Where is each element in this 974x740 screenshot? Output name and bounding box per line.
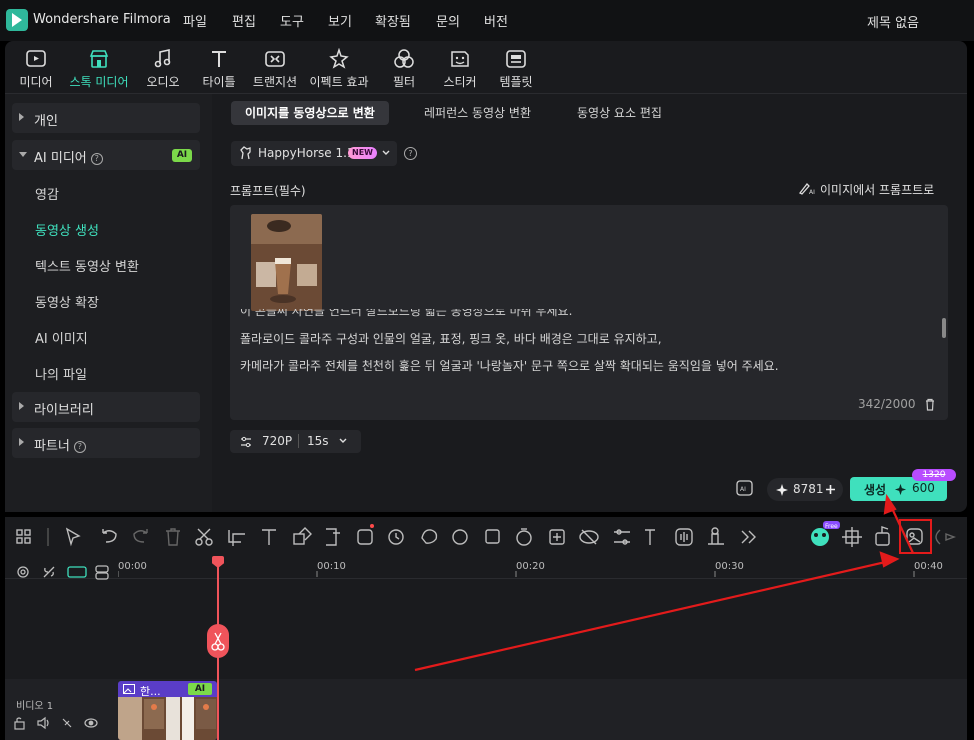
resolution-value: 720P [262, 434, 293, 448]
caret-right-icon [19, 402, 24, 410]
menu-version[interactable]: 버전 [484, 11, 508, 30]
title-t-icon [212, 51, 226, 67]
toolbar-media[interactable]: 미디어 [6, 48, 66, 90]
duration-value: 15s [307, 434, 329, 448]
sidebar-item-video-generation[interactable]: 동영상 생성 [35, 220, 99, 239]
image-to-prompt-link[interactable]: 이미지에서 프롬프트로 [820, 181, 934, 198]
sidebar-item-my-files[interactable]: 나의 파일 [35, 364, 87, 383]
toolbar-stock-media[interactable]: 스톡 미디어 [69, 48, 129, 90]
media-icon [26, 50, 46, 67]
sidebar-item-text-to-video[interactable]: 텍스트 동영상 변환 [35, 256, 139, 275]
original-price-badge: 1320 [912, 469, 956, 481]
reference-image-thumbnail[interactable] [251, 214, 322, 311]
image-icon [123, 684, 135, 694]
generate-cost: 600 [912, 481, 935, 495]
menu-help[interactable]: 문의 [436, 11, 460, 30]
prompt-text-line: 폴라로이드 콜라주 구성과 인물의 얼굴, 표정, 핑크 옷, 바다 배경은 그… [240, 332, 662, 346]
caret-right-icon [19, 438, 24, 446]
trash-icon[interactable] [924, 398, 936, 411]
menu-edit[interactable]: 편집 [232, 11, 256, 30]
sidebar-item-ai-image[interactable]: AI 이미지 [35, 328, 88, 347]
model-name: HappyHorse 1.1 [258, 146, 355, 160]
ai-image-icon[interactable]: AI [736, 480, 756, 498]
toolbar-filters[interactable]: 필터 [374, 48, 434, 90]
toolbar-titles[interactable]: 타이틀 [189, 48, 249, 90]
menu-extensions[interactable]: 확장됨 [375, 11, 411, 30]
divider [298, 434, 299, 448]
svg-text:AI: AI [740, 486, 746, 493]
menu-file[interactable]: 파일 [183, 11, 207, 30]
effects-icon [329, 48, 349, 69]
toolbar-templates[interactable]: 템플릿 [486, 48, 546, 90]
sparkle-icon [894, 483, 907, 496]
plus-icon [826, 485, 835, 494]
split-scissor-button[interactable] [207, 624, 229, 658]
clip-name: 한... [140, 685, 161, 698]
sparkle-icon [776, 484, 788, 496]
sidebar-item-inspiration[interactable]: 영감 [35, 184, 59, 203]
sidebar-group-personal[interactable]: 개인 [12, 103, 200, 133]
track-controls [17, 565, 109, 580]
generate-label: 생성 [864, 483, 887, 497]
tab-reference-video[interactable]: 레퍼런스 동영상 변환 [410, 101, 545, 125]
clip-ai-badge: AI [188, 683, 212, 695]
sidebar-group-library[interactable]: 라이브러리 [12, 392, 200, 422]
menu-tools[interactable]: 도구 [280, 11, 304, 30]
settings-sliders-icon [241, 436, 251, 448]
track-icons [14, 716, 98, 730]
new-badge: NEW [348, 147, 377, 159]
horse-icon [240, 146, 251, 160]
credits-count: 8781 [793, 482, 824, 496]
prompt-label: 프롬프트(필수) [230, 184, 306, 198]
music-note-icon [154, 49, 171, 68]
ai-image-to-video-button[interactable] [903, 525, 928, 549]
app-name: Wondershare Filmora [33, 12, 171, 27]
toolbar-audio[interactable]: 오디오 [133, 48, 193, 90]
svg-text:AI: AI [809, 189, 815, 195]
track-label: 비디오 1 [16, 701, 54, 712]
menu-view[interactable]: 보기 [328, 11, 352, 30]
ai-pen-icon: AI [799, 183, 815, 195]
filter-icon [394, 49, 414, 68]
tab-image-to-video[interactable]: 이미지를 동영상으로 변환 [231, 101, 389, 125]
char-count: 342/2000 [858, 397, 916, 411]
prompt-text-line: 카메라가 콜라주 전체를 천천히 훑은 뒤 얼굴과 '나랑놀자' 문구 쪽으로 … [240, 359, 779, 373]
stock-media-icon [89, 50, 109, 68]
help-icon: ? [90, 153, 103, 165]
caret-down-icon [19, 152, 27, 157]
help-icon: ? [73, 441, 86, 453]
caret-right-icon [19, 113, 24, 121]
tab-video-element-edit[interactable]: 동영상 요소 편집 [563, 101, 676, 125]
sidebar-item-video-extend[interactable]: 동영상 확장 [35, 292, 99, 311]
chevron-down-icon [339, 438, 347, 443]
ruler-ticks [118, 571, 915, 577]
help-icon[interactable]: ? [404, 147, 417, 160]
sidebar-group-partner[interactable]: 파트너? [12, 428, 200, 458]
chevron-down-icon [382, 150, 390, 155]
ai-robot-icon[interactable] [814, 528, 834, 548]
ai-badge: AI [172, 149, 192, 162]
toolbar-effects[interactable]: 이펙트 효과 [309, 48, 369, 90]
template-icon [506, 50, 526, 68]
toolbar-transitions[interactable]: 트랜지션 [245, 48, 305, 90]
document-title: 제목 없음 [867, 16, 919, 31]
prompt-scrollbar[interactable] [942, 318, 946, 338]
toolbar-stickers[interactable]: 스티커 [430, 48, 490, 90]
transition-icon [265, 51, 285, 67]
filmora-logo-icon [6, 9, 28, 31]
sticker-icon [451, 51, 469, 67]
